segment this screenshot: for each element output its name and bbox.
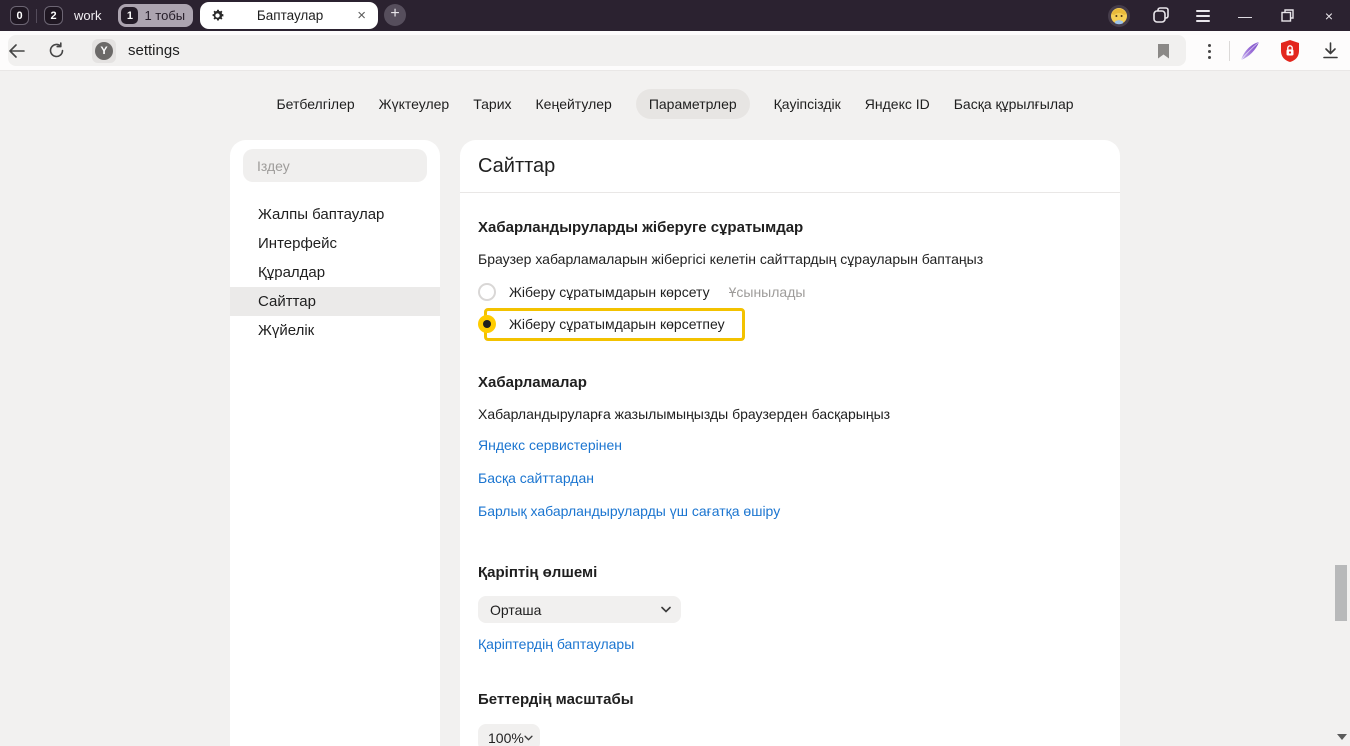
active-browser-tab[interactable]: Баптаулар ×	[200, 2, 378, 29]
notifications-heading: Хабарламалар	[478, 374, 1120, 391]
sidebar-item-system[interactable]: Жүйелік	[230, 316, 440, 345]
yandex-services-link[interactable]: Яндекс сервистерінен	[478, 437, 622, 453]
url-text[interactable]: settings	[128, 42, 1157, 59]
active-tab-title: Баптаулар	[225, 8, 355, 23]
font-size-select[interactable]: Орташа	[478, 596, 681, 623]
settings-nav-tabs: Бетбелгілер Жүктеулер Тарих Кеңейтулер П…	[0, 89, 1350, 119]
sidebar-item-tools[interactable]: Құралдар	[230, 258, 440, 287]
side-panels-icon[interactable]	[1140, 0, 1182, 31]
reload-icon[interactable]	[48, 42, 88, 59]
nav-tab-downloads[interactable]: Жүктеулер	[379, 89, 450, 119]
divider	[460, 192, 1120, 193]
back-icon[interactable]	[8, 44, 48, 58]
kebab-menu-icon[interactable]	[1189, 31, 1229, 71]
scrollbar-thumb[interactable]	[1335, 565, 1347, 621]
settings-sidebar: Іздеу Жалпы баптаулар Интерфейс Құралдар…	[230, 140, 440, 746]
other-sites-link[interactable]: Басқа сайттардан	[478, 470, 594, 486]
nav-tab-history[interactable]: Тарих	[473, 89, 511, 119]
scrollbar-down-arrow-icon[interactable]	[1337, 734, 1347, 740]
page-zoom-heading: Беттердің масштабы	[478, 691, 1120, 708]
tab-group-work-label[interactable]: work	[74, 8, 101, 23]
nav-tab-settings[interactable]: Параметрлер	[636, 89, 750, 119]
shield-lock-icon[interactable]	[1270, 31, 1310, 71]
hamburger-menu-icon[interactable]	[1182, 0, 1224, 31]
nav-tab-bookmarks[interactable]: Бетбелгілер	[276, 89, 354, 119]
tab-group-badge-zero[interactable]: 0	[10, 6, 29, 25]
page-zoom-select-value: 100%	[488, 730, 524, 746]
restore-window-icon[interactable]	[1266, 0, 1308, 31]
sidebar-item-general[interactable]: Жалпы баптаулар	[230, 200, 440, 229]
browser-tab-bar: 0 2 work 1 1 тобы Баптаулар × +	[0, 0, 1350, 31]
sidebar-item-sites[interactable]: Сайттар	[230, 287, 440, 316]
sidebar-item-interface[interactable]: Интерфейс	[230, 229, 440, 258]
divider	[36, 9, 37, 23]
tab-group-count: 1	[121, 7, 138, 24]
search-input[interactable]: Іздеу	[243, 149, 427, 182]
settings-content: Сайттар Хабарландыруларды жіберуге сұрат…	[460, 140, 1120, 746]
radio-show-requests-label: Жіберу сұратымдарын көрсету	[509, 284, 710, 300]
mute-all-notifications-link[interactable]: Барлық хабарландыруларды үш сағатқа өшір…	[478, 503, 780, 519]
close-tab-icon[interactable]: ×	[355, 8, 368, 23]
minimize-icon[interactable]: —	[1224, 0, 1266, 31]
download-icon[interactable]	[1310, 31, 1350, 71]
chevron-down-icon	[524, 735, 533, 741]
close-window-icon[interactable]: ×	[1308, 0, 1350, 31]
notification-requests-heading: Хабарландыруларды жіберуге сұратымдар	[478, 219, 1120, 236]
nav-tab-security[interactable]: Қауіпсіздік	[774, 89, 841, 119]
radio-show-requests[interactable]	[478, 283, 496, 301]
font-settings-link[interactable]: Қаріптердің баптаулары	[478, 636, 634, 652]
tab-group-badge-two[interactable]: 2	[44, 6, 63, 25]
browser-toolbar: Y settings	[0, 31, 1350, 71]
address-bar[interactable]: Y settings	[8, 35, 1186, 66]
font-size-select-value: Орташа	[490, 602, 541, 618]
bookmark-icon[interactable]	[1157, 43, 1170, 59]
gear-icon	[210, 8, 225, 23]
nav-tab-extensions[interactable]: Кеңейтулер	[536, 89, 612, 119]
nav-tab-other-devices[interactable]: Басқа құрылғылар	[954, 89, 1074, 119]
radio-hide-requests-label: Жіберу сұратымдарын көрсетпеу	[509, 316, 725, 332]
radio-row-hide-requests[interactable]: Жіберу сұратымдарын көрсетпеу	[478, 315, 1120, 333]
page-title: Сайттар	[460, 140, 1120, 192]
notifications-description: Хабарландыруларға жазылымыңызды браузерд…	[478, 406, 1120, 422]
page-zoom-select[interactable]: 100%	[478, 724, 540, 746]
profile-avatar[interactable]	[1098, 0, 1140, 31]
radio-row-show-requests[interactable]: Жіберу сұратымдарын көрсету Ұсынылады	[478, 283, 1120, 301]
radio-hide-requests[interactable]	[478, 315, 496, 333]
font-size-heading: Қаріптің өлшемі	[478, 564, 1120, 581]
site-favicon[interactable]: Y	[92, 39, 116, 63]
tab-group-selected[interactable]: 1 1 тобы	[118, 4, 193, 27]
notification-requests-description: Браузер хабарламаларын жібергісі келетін…	[478, 251, 1120, 267]
feather-icon[interactable]	[1230, 31, 1270, 71]
new-tab-button[interactable]: +	[384, 4, 406, 26]
chevron-down-icon	[661, 606, 671, 613]
nav-tab-yandex-id[interactable]: Яндекс ID	[865, 89, 930, 119]
recommended-badge: Ұсынылады	[729, 284, 806, 300]
page-scrollbar[interactable]	[1334, 71, 1348, 746]
tab-group-label: 1 тобы	[144, 8, 185, 23]
search-placeholder: Іздеу	[257, 158, 290, 174]
